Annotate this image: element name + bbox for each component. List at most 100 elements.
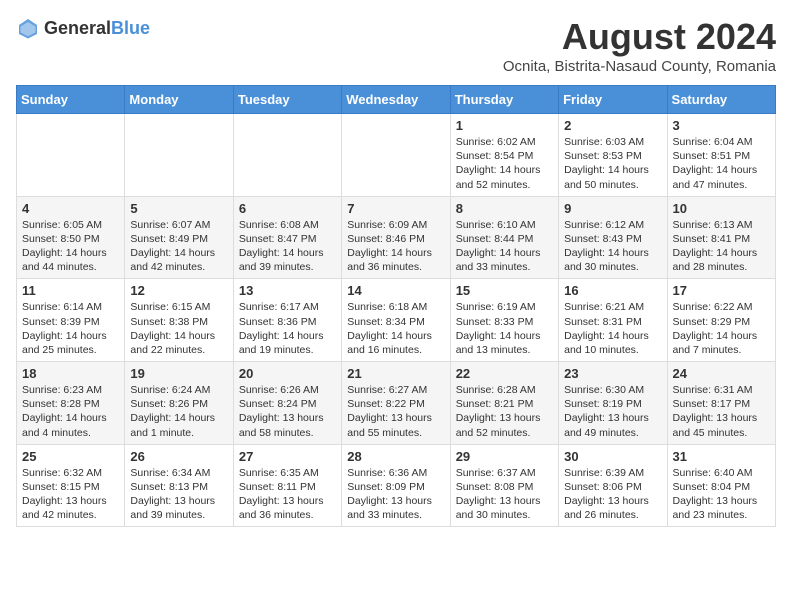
day-info: Sunrise: 6:12 AM Sunset: 8:43 PM Dayligh…	[564, 218, 661, 275]
calendar-cell: 28 Sunrise: 6:36 AM Sunset: 8:09 PM Dayli…	[342, 444, 450, 527]
day-info: Sunrise: 6:40 AM Sunset: 8:04 PM Dayligh…	[673, 466, 770, 523]
logo-general: General	[44, 18, 111, 38]
day-number: 6	[239, 201, 336, 216]
calendar-cell: 30 Sunrise: 6:39 AM Sunset: 8:06 PM Dayli…	[559, 444, 667, 527]
calendar-week-row: 1 Sunrise: 6:02 AM Sunset: 8:54 PM Daylig…	[17, 114, 776, 197]
day-number: 13	[239, 283, 336, 298]
calendar-header: SundayMondayTuesdayWednesdayThursdayFrid…	[17, 86, 776, 114]
day-info: Sunrise: 6:26 AM Sunset: 8:24 PM Dayligh…	[239, 383, 336, 440]
calendar-cell	[233, 114, 341, 197]
logo-blue: Blue	[111, 18, 150, 38]
title-block: August 2024 Ocnita, Bistrita-Nasaud Coun…	[503, 16, 776, 75]
weekday-header: Thursday	[450, 86, 558, 114]
day-number: 7	[347, 201, 444, 216]
calendar-cell: 16 Sunrise: 6:21 AM Sunset: 8:31 PM Dayli…	[559, 279, 667, 362]
weekday-header: Saturday	[667, 86, 775, 114]
weekday-header: Tuesday	[233, 86, 341, 114]
day-info: Sunrise: 6:36 AM Sunset: 8:09 PM Dayligh…	[347, 466, 444, 523]
day-number: 18	[22, 366, 119, 381]
calendar-cell: 25 Sunrise: 6:32 AM Sunset: 8:15 PM Dayli…	[17, 444, 125, 527]
calendar-body: 1 Sunrise: 6:02 AM Sunset: 8:54 PM Daylig…	[17, 114, 776, 527]
day-info: Sunrise: 6:08 AM Sunset: 8:47 PM Dayligh…	[239, 218, 336, 275]
calendar-cell: 24 Sunrise: 6:31 AM Sunset: 8:17 PM Dayli…	[667, 362, 775, 445]
day-number: 17	[673, 283, 770, 298]
calendar-cell: 14Sunrise: 6:18 AM Sunset: 8:34 PM Dayli…	[342, 279, 450, 362]
calendar-cell: 2 Sunrise: 6:03 AM Sunset: 8:53 PM Daylig…	[559, 114, 667, 197]
day-number: 23	[564, 366, 661, 381]
day-number: 22	[456, 366, 553, 381]
calendar-cell: 1 Sunrise: 6:02 AM Sunset: 8:54 PM Daylig…	[450, 114, 558, 197]
day-number: 29	[456, 449, 553, 464]
calendar-cell	[17, 114, 125, 197]
calendar-cell	[342, 114, 450, 197]
day-number: 16	[564, 283, 661, 298]
calendar-table: SundayMondayTuesdayWednesdayThursdayFrid…	[16, 85, 776, 527]
calendar-cell: 10 Sunrise: 6:13 AM Sunset: 8:41 PM Dayli…	[667, 196, 775, 279]
day-info: Sunrise: 6:07 AM Sunset: 8:49 PM Dayligh…	[130, 218, 227, 275]
day-info: Sunrise: 6:35 AM Sunset: 8:11 PM Dayligh…	[239, 466, 336, 523]
calendar-week-row: 11 Sunrise: 6:14 AM Sunset: 8:39 PM Dayli…	[17, 279, 776, 362]
calendar-cell: 5 Sunrise: 6:07 AM Sunset: 8:49 PM Daylig…	[125, 196, 233, 279]
day-info: Sunrise: 6:27 AM Sunset: 8:22 PM Dayligh…	[347, 383, 444, 440]
calendar-cell: 18 Sunrise: 6:23 AM Sunset: 8:28 PM Dayli…	[17, 362, 125, 445]
day-number: 3	[673, 118, 770, 133]
day-info: Sunrise: 6:13 AM Sunset: 8:41 PM Dayligh…	[673, 218, 770, 275]
location-title: Ocnita, Bistrita-Nasaud County, Romania	[503, 58, 776, 75]
day-info: Sunrise: 6:19 AM Sunset: 8:33 PM Dayligh…	[456, 300, 553, 357]
calendar-cell	[125, 114, 233, 197]
calendar-cell: 9 Sunrise: 6:12 AM Sunset: 8:43 PM Daylig…	[559, 196, 667, 279]
logo-text: GeneralBlue	[44, 18, 150, 39]
day-info: Sunrise: 6:10 AM Sunset: 8:44 PM Dayligh…	[456, 218, 553, 275]
month-title: August 2024	[503, 16, 776, 58]
page-header: GeneralBlue August 2024 Ocnita, Bistrita…	[16, 16, 776, 75]
calendar-cell: 6 Sunrise: 6:08 AM Sunset: 8:47 PM Daylig…	[233, 196, 341, 279]
day-number: 8	[456, 201, 553, 216]
day-number: 10	[673, 201, 770, 216]
day-info: Sunrise: 6:24 AM Sunset: 8:26 PM Dayligh…	[130, 383, 227, 440]
day-info: Sunrise: 6:14 AM Sunset: 8:39 PM Dayligh…	[22, 300, 119, 357]
day-info: Sunrise: 6:02 AM Sunset: 8:54 PM Dayligh…	[456, 135, 553, 192]
day-info: Sunrise: 6:05 AM Sunset: 8:50 PM Dayligh…	[22, 218, 119, 275]
day-info: Sunrise: 6:28 AM Sunset: 8:21 PM Dayligh…	[456, 383, 553, 440]
day-info: Sunrise: 6:09 AM Sunset: 8:46 PM Dayligh…	[347, 218, 444, 275]
day-info: Sunrise: 6:03 AM Sunset: 8:53 PM Dayligh…	[564, 135, 661, 192]
day-info: Sunrise: 6:18 AM Sunset: 8:34 PM Dayligh…	[347, 300, 444, 357]
calendar-week-row: 18 Sunrise: 6:23 AM Sunset: 8:28 PM Dayli…	[17, 362, 776, 445]
day-number: 15	[456, 283, 553, 298]
day-number: 12	[130, 283, 227, 298]
calendar-cell: 17 Sunrise: 6:22 AM Sunset: 8:29 PM Dayli…	[667, 279, 775, 362]
day-number: 1	[456, 118, 553, 133]
day-info: Sunrise: 6:15 AM Sunset: 8:38 PM Dayligh…	[130, 300, 227, 357]
calendar-cell: 20Sunrise: 6:26 AM Sunset: 8:24 PM Dayli…	[233, 362, 341, 445]
day-number: 5	[130, 201, 227, 216]
day-info: Sunrise: 6:39 AM Sunset: 8:06 PM Dayligh…	[564, 466, 661, 523]
day-number: 31	[673, 449, 770, 464]
weekday-header: Monday	[125, 86, 233, 114]
day-info: Sunrise: 6:31 AM Sunset: 8:17 PM Dayligh…	[673, 383, 770, 440]
calendar-week-row: 25 Sunrise: 6:32 AM Sunset: 8:15 PM Dayli…	[17, 444, 776, 527]
day-number: 24	[673, 366, 770, 381]
calendar-cell: 29Sunrise: 6:37 AM Sunset: 8:08 PM Dayli…	[450, 444, 558, 527]
calendar-cell: 21Sunrise: 6:27 AM Sunset: 8:22 PM Dayli…	[342, 362, 450, 445]
calendar-cell: 11 Sunrise: 6:14 AM Sunset: 8:39 PM Dayli…	[17, 279, 125, 362]
logo-icon	[16, 16, 40, 40]
day-info: Sunrise: 6:21 AM Sunset: 8:31 PM Dayligh…	[564, 300, 661, 357]
calendar-cell: 7 Sunrise: 6:09 AM Sunset: 8:46 PM Daylig…	[342, 196, 450, 279]
calendar-cell: 13Sunrise: 6:17 AM Sunset: 8:36 PM Dayli…	[233, 279, 341, 362]
day-number: 26	[130, 449, 227, 464]
day-number: 2	[564, 118, 661, 133]
day-number: 11	[22, 283, 119, 298]
day-info: Sunrise: 6:22 AM Sunset: 8:29 PM Dayligh…	[673, 300, 770, 357]
day-number: 30	[564, 449, 661, 464]
day-number: 9	[564, 201, 661, 216]
calendar-cell: 4 Sunrise: 6:05 AM Sunset: 8:50 PM Daylig…	[17, 196, 125, 279]
day-number: 19	[130, 366, 227, 381]
weekday-header: Sunday	[17, 86, 125, 114]
day-number: 28	[347, 449, 444, 464]
calendar-cell: 8 Sunrise: 6:10 AM Sunset: 8:44 PM Daylig…	[450, 196, 558, 279]
day-info: Sunrise: 6:32 AM Sunset: 8:15 PM Dayligh…	[22, 466, 119, 523]
day-number: 4	[22, 201, 119, 216]
day-info: Sunrise: 6:30 AM Sunset: 8:19 PM Dayligh…	[564, 383, 661, 440]
day-number: 25	[22, 449, 119, 464]
day-info: Sunrise: 6:23 AM Sunset: 8:28 PM Dayligh…	[22, 383, 119, 440]
